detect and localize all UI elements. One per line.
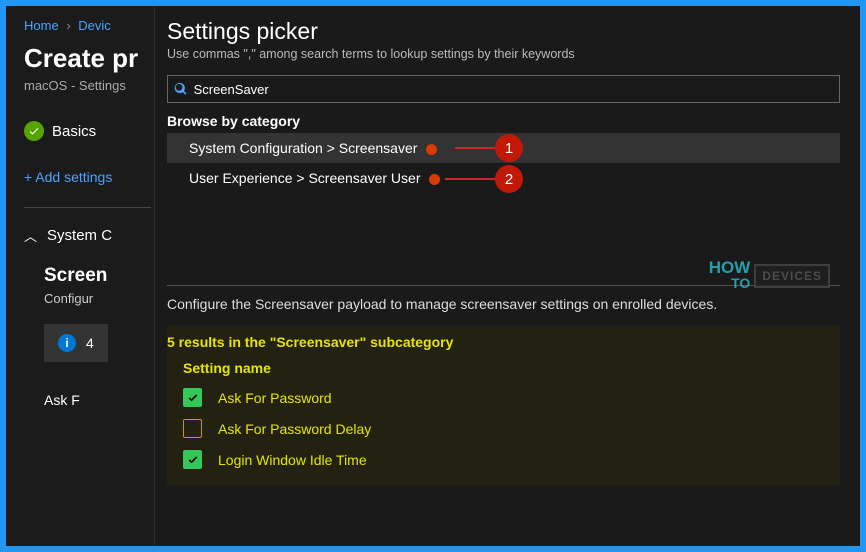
- setting-row-login-idle-time[interactable]: Login Window Idle Time: [183, 450, 840, 469]
- checkbox-unchecked[interactable]: [183, 419, 202, 438]
- expand-label: System C: [47, 227, 112, 244]
- checkbox-checked[interactable]: [183, 388, 202, 407]
- search-box[interactable]: [167, 75, 840, 103]
- annotation-dot: [426, 144, 437, 155]
- section-title: Screen: [44, 265, 151, 287]
- annotation-badge-1: 1: [495, 134, 523, 162]
- breadcrumb-home[interactable]: Home: [24, 18, 59, 33]
- annotation-badge-2: 2: [495, 165, 523, 193]
- page-title: Create pr: [24, 43, 151, 74]
- logo-devices: DEVICES: [754, 264, 830, 288]
- divider: [24, 207, 151, 208]
- setting-row-ask-password-delay[interactable]: Ask For Password Delay: [183, 419, 840, 438]
- browse-by-category-label: Browse by category: [167, 113, 840, 129]
- panel-title: Settings picker: [167, 18, 840, 45]
- search-icon: [174, 82, 188, 96]
- page-subtitle: macOS - Settings: [24, 78, 151, 93]
- annotation-connector: [455, 147, 495, 149]
- annotation-connector: [445, 178, 495, 180]
- column-setting-name: Setting name: [183, 360, 840, 376]
- watermark-logo: HOW TO DEVICES: [709, 261, 830, 291]
- setting-row-ask-password[interactable]: Ask For Password: [183, 388, 840, 407]
- chevron-up-icon: ︿: [24, 226, 37, 245]
- expand-system-config[interactable]: ︿ System C: [24, 226, 151, 245]
- add-settings-link[interactable]: + Add settings: [24, 169, 151, 185]
- step-label: Basics: [52, 123, 96, 140]
- annotation-dot: [429, 174, 440, 185]
- setting-label: Login Window Idle Time: [218, 452, 367, 468]
- logo-how: HOW: [709, 261, 751, 275]
- category-label: System Configuration > Screensaver: [189, 140, 417, 156]
- panel-hint: Use commas "," among search terms to loo…: [167, 47, 840, 61]
- step-basics[interactable]: Basics: [24, 121, 151, 141]
- ask-partial-label: Ask F: [44, 392, 151, 408]
- info-badge: i 4: [44, 324, 108, 362]
- checkbox-checked[interactable]: [183, 450, 202, 469]
- setting-label: Ask For Password: [218, 390, 332, 406]
- search-input[interactable]: [194, 82, 833, 97]
- info-icon: i: [58, 334, 76, 352]
- results-highlight: 5 results in the "Screensaver" subcatego…: [167, 326, 840, 485]
- section-desc: Configur: [44, 291, 151, 306]
- configure-description: Configure the Screensaver payload to man…: [167, 296, 840, 312]
- info-count: 4: [86, 335, 94, 351]
- results-header: 5 results in the "Screensaver" subcatego…: [167, 334, 840, 350]
- check-circle-icon: [24, 121, 44, 141]
- breadcrumb: Home › Devic: [24, 18, 151, 33]
- setting-label: Ask For Password Delay: [218, 421, 371, 437]
- category-label: User Experience > Screensaver User: [189, 170, 421, 186]
- chevron-right-icon: ›: [66, 18, 70, 33]
- breadcrumb-devices[interactable]: Devic: [78, 18, 111, 33]
